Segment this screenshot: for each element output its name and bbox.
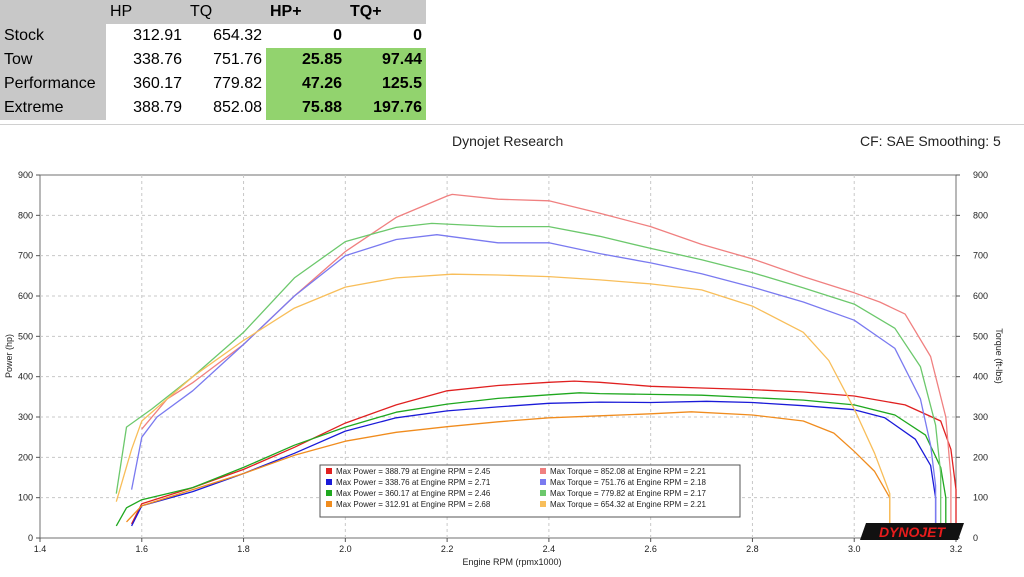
header-cell-hp-plus[interactable]: HP+ (266, 0, 346, 24)
y2-tick-label: 600 (973, 291, 988, 301)
y2-tick-label: 400 (973, 372, 988, 382)
header-cell-tq-plus[interactable]: TQ+ (346, 0, 426, 24)
y2-tick-label: 200 (973, 452, 988, 462)
hp-cell[interactable]: 338.76 (106, 48, 186, 72)
legend-entry: Max Torque = 654.32 at Engine RPM = 2.21 (550, 500, 707, 509)
row-name-cell[interactable]: Extreme (0, 96, 106, 120)
x-tick-label: 1.8 (237, 544, 250, 554)
legend-swatch (540, 490, 546, 496)
hp-plus-cell[interactable]: 47.26 (266, 72, 346, 96)
legend-swatch (540, 479, 546, 485)
legend-entry: Max Torque = 751.76 at Engine RPM = 2.18 (550, 478, 707, 487)
legend: Max Power = 388.79 at Engine RPM = 2.45 M… (319, 464, 741, 518)
header-cell-tq[interactable]: TQ (186, 0, 266, 24)
tq-cell[interactable]: 852.08 (186, 96, 266, 120)
legend-entry: Max Torque = 779.82 at Engine RPM = 2.17 (550, 489, 707, 498)
legend-entry: Max Power = 360.17 at Engine RPM = 2.46 (336, 489, 491, 498)
tq-plus-cell[interactable]: 0 (346, 24, 426, 48)
x-tick-label: 3.2 (950, 544, 963, 554)
tq-cell[interactable]: 751.76 (186, 48, 266, 72)
legend-swatch (540, 468, 546, 474)
y-tick-label: 700 (18, 251, 33, 261)
y-tick-label: 300 (18, 412, 33, 422)
y-tick-label: 900 (18, 170, 33, 180)
tq-plus-cell[interactable]: 197.76 (346, 96, 426, 120)
y2-tick-label: 500 (973, 331, 988, 341)
logo-text: DYNOJET (879, 524, 947, 540)
x-tick-label: 2.4 (543, 544, 556, 554)
x-tick-label: 1.6 (136, 544, 149, 554)
y-tick-label: 500 (18, 331, 33, 341)
y-tick-label: 100 (18, 493, 33, 503)
y2-tick-label: 700 (973, 251, 988, 261)
x-tick-label: 2.2 (441, 544, 454, 554)
x-tick-label: 2.8 (746, 544, 759, 554)
legend-entry: Max Torque = 852.08 at Engine RPM = 2.21 (550, 467, 707, 476)
y2-tick-label: 0 (973, 533, 978, 543)
hp-cell[interactable]: 388.79 (106, 96, 186, 120)
y2-tick-label: 900 (973, 170, 988, 180)
comparison-table: HP TQ HP+ TQ+ Stock 312.91 654.32 0 0 To… (0, 0, 426, 120)
y2-tick-label: 800 (973, 210, 988, 220)
table-header-row: HP TQ HP+ TQ+ (0, 0, 426, 24)
y2-axis-label: Torque (ft-lbs) (994, 328, 1004, 384)
y-tick-label: 600 (18, 291, 33, 301)
x-tick-label: 1.4 (34, 544, 47, 554)
x-tick-label: 3.0 (848, 544, 861, 554)
legend-swatch (326, 490, 332, 496)
legend-entry: Max Power = 388.79 at Engine RPM = 2.45 (336, 467, 491, 476)
spreadsheet: HP TQ HP+ TQ+ Stock 312.91 654.32 0 0 To… (0, 0, 1024, 124)
hp-plus-cell[interactable]: 25.85 (266, 48, 346, 72)
y-tick-label: 200 (18, 452, 33, 462)
legend-swatch (326, 468, 332, 474)
table-row: Extreme 388.79 852.08 75.88 197.76 (0, 96, 426, 120)
y-axis-label: Power (hp) (4, 334, 14, 378)
legend-swatch (326, 501, 332, 507)
header-cell-hp[interactable]: HP (106, 0, 186, 24)
hp-plus-cell[interactable]: 75.88 (266, 96, 346, 120)
tq-plus-cell[interactable]: 97.44 (346, 48, 426, 72)
row-name-cell[interactable]: Performance (0, 72, 106, 96)
tq-cell[interactable]: 779.82 (186, 72, 266, 96)
legend-entry: Max Power = 338.76 at Engine RPM = 2.71 (336, 478, 491, 487)
legend-swatch (540, 501, 546, 507)
row-name-cell[interactable]: Stock (0, 24, 106, 48)
y-tick-label: 400 (18, 372, 33, 382)
x-tick-label: 2.0 (339, 544, 352, 554)
table-row: Stock 312.91 654.32 0 0 (0, 24, 426, 48)
dyno-chart-panel: Dynojet Research CF: SAE Smoothing: 5 1.… (0, 124, 1024, 577)
table-row: Performance 360.17 779.82 47.26 125.5 (0, 72, 426, 96)
hp-cell[interactable]: 312.91 (106, 24, 186, 48)
hp-plus-cell[interactable]: 0 (266, 24, 346, 48)
y-tick-label: 800 (18, 210, 33, 220)
header-cell-name[interactable] (0, 0, 106, 24)
legend-entry: Max Power = 312.91 at Engine RPM = 2.68 (336, 500, 491, 509)
tq-plus-cell[interactable]: 125.5 (346, 72, 426, 96)
table-row: Tow 338.76 751.76 25.85 97.44 (0, 48, 426, 72)
hp-cell[interactable]: 360.17 (106, 72, 186, 96)
x-axis-label: Engine RPM (rpmx1000) (462, 557, 561, 567)
legend-swatch (326, 479, 332, 485)
y-tick-label: 0 (28, 533, 33, 543)
y2-tick-label: 300 (973, 412, 988, 422)
dynojet-logo: DYNOJET (860, 523, 964, 540)
dyno-chart: 1.4 1.6 1.8 2.0 2.2 2.4 2.6 2.8 3.0 3.2 0 100 200 300… (4, 170, 1004, 567)
x-tick-label: 2.6 (644, 544, 657, 554)
y2-tick-label: 100 (973, 493, 988, 503)
tq-cell[interactable]: 654.32 (186, 24, 266, 48)
row-name-cell[interactable]: Tow (0, 48, 106, 72)
